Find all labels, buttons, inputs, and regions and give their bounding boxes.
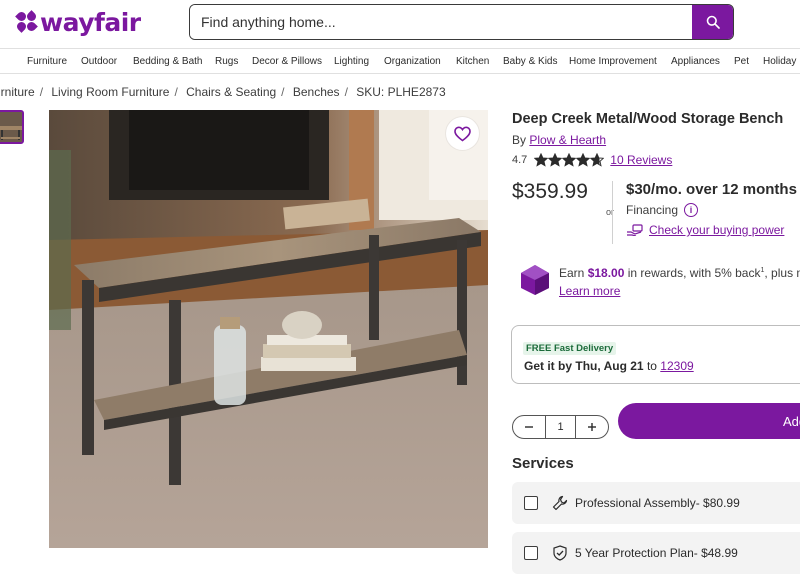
services-heading: Services [512, 455, 574, 472]
financing-label: Financing [626, 203, 679, 217]
info-icon[interactable]: i [684, 203, 699, 217]
logo-text: wayfair [40, 7, 141, 37]
protection-checkbox[interactable] [524, 546, 538, 560]
delivery-estimate: Get it by Thu, Aug 21 to 12309 [524, 359, 694, 373]
monthly-term: over 12 months [686, 181, 797, 198]
heart-icon [454, 125, 471, 141]
financing-row: Financing i [626, 203, 699, 217]
breadcrumb-item-benches[interactable]: Benches [293, 85, 340, 99]
rewards-text: Earn $18.00 in rewards, with 5% back1, p… [559, 266, 800, 280]
assembly-checkbox[interactable] [524, 496, 538, 510]
monthly-price: $30/mo. over 12 months [626, 181, 797, 198]
hand-card-icon [627, 224, 643, 236]
wrench-icon [551, 495, 568, 512]
product-byline: By Plow & Hearth [512, 133, 606, 147]
star-rating [534, 153, 605, 167]
nav-item-furniture[interactable]: Furniture [27, 56, 67, 67]
star-icon [562, 153, 577, 167]
breadcrumb-item-chairs-seating[interactable]: Chairs & Seating [186, 85, 276, 99]
rewards-amount: $18.00 [587, 266, 625, 280]
nav-item-baby-kids[interactable]: Baby & Kids [503, 56, 557, 67]
nav-item-organization[interactable]: Organization [384, 56, 441, 67]
quantity-value[interactable]: 1 [545, 416, 576, 438]
wayfair-logo[interactable]: wayfair [15, 6, 141, 38]
service-option-protection[interactable]: 5 Year Protection Plan- $48.99 [512, 532, 800, 574]
star-icon [534, 153, 549, 167]
product-image [49, 110, 488, 548]
nav-item-bedding-bath[interactable]: Bedding & Bath [133, 56, 203, 67]
by-label: By [512, 133, 527, 147]
rewards-icon [520, 264, 550, 301]
nav-item-appliances[interactable]: Appliances [671, 56, 720, 67]
favorite-button[interactable] [446, 117, 479, 150]
site-header: wayfair [0, 0, 800, 47]
product-thumbnail[interactable] [0, 110, 24, 144]
buying-power-link[interactable]: Check your buying power [649, 223, 784, 237]
breadcrumb-item-living-room-furniture[interactable]: Living Room Furniture [51, 85, 169, 99]
service-label-protection: 5 Year Protection Plan- $48.99 [575, 546, 738, 560]
search-icon [706, 15, 720, 29]
brand-link[interactable]: Plow & Hearth [529, 133, 606, 147]
nav-item-home-improvement[interactable]: Home Improvement [569, 56, 657, 67]
breadcrumb-item-furniture[interactable]: urniture [0, 85, 35, 99]
search-bar [189, 4, 734, 40]
star-icon [590, 153, 605, 167]
rating-value: 4.7 [512, 154, 528, 166]
nav-item-decor-pillows[interactable]: Decor & Pillows [252, 56, 322, 67]
rating-row: 4.7 10 Reviews [512, 153, 672, 167]
product-title: Deep Creek Metal/Wood Storage Bench [512, 111, 784, 127]
nav-item-kitchen[interactable]: Kitchen [456, 56, 489, 67]
breadcrumb: urniture/ Living Room Furniture/ Chairs … [0, 85, 446, 99]
decrease-quantity-button[interactable] [513, 416, 545, 438]
star-icon [548, 153, 563, 167]
monthly-amount: $30/mo. [626, 181, 682, 198]
increase-quantity-button[interactable] [576, 416, 608, 438]
search-button[interactable] [692, 5, 733, 39]
add-to-cart-button[interactable]: Add [618, 403, 800, 439]
price-divider [612, 181, 613, 244]
nav-item-rugs[interactable]: Rugs [215, 56, 238, 67]
category-nav: Furniture Outdoor Bedding & Bath Rugs De… [0, 48, 800, 74]
nav-item-outdoor[interactable]: Outdoor [81, 56, 117, 67]
delivery-date: Thu, Aug 21 [575, 359, 644, 373]
learn-more-link[interactable]: Learn more [559, 284, 620, 298]
plus-icon [588, 423, 596, 431]
service-label-assembly: Professional Assembly- $80.99 [575, 496, 740, 510]
free-delivery-badge: FREE Fast Delivery [523, 342, 617, 355]
star-icon [576, 153, 591, 167]
nav-item-holiday[interactable]: Holiday [763, 56, 796, 67]
shield-check-icon [551, 545, 568, 562]
wayfair-logo-icon [15, 10, 38, 33]
breadcrumb-sku: SKU: PLHE2873 [356, 85, 446, 99]
service-option-assembly[interactable]: Professional Assembly- $80.99 [512, 482, 800, 524]
quantity-stepper: 1 [512, 415, 609, 439]
nav-item-pet[interactable]: Pet [734, 56, 749, 67]
reviews-link[interactable]: 10 Reviews [610, 153, 672, 167]
delivery-card: FREE Fast Delivery Get it by Thu, Aug 21… [511, 325, 800, 384]
buying-power-row: Check your buying power [626, 223, 784, 237]
minus-icon [525, 426, 533, 428]
nav-item-lighting[interactable]: Lighting [334, 56, 369, 67]
product-price: $359.99 [512, 180, 588, 203]
search-input[interactable] [190, 5, 692, 39]
zip-code-link[interactable]: 12309 [660, 359, 693, 373]
